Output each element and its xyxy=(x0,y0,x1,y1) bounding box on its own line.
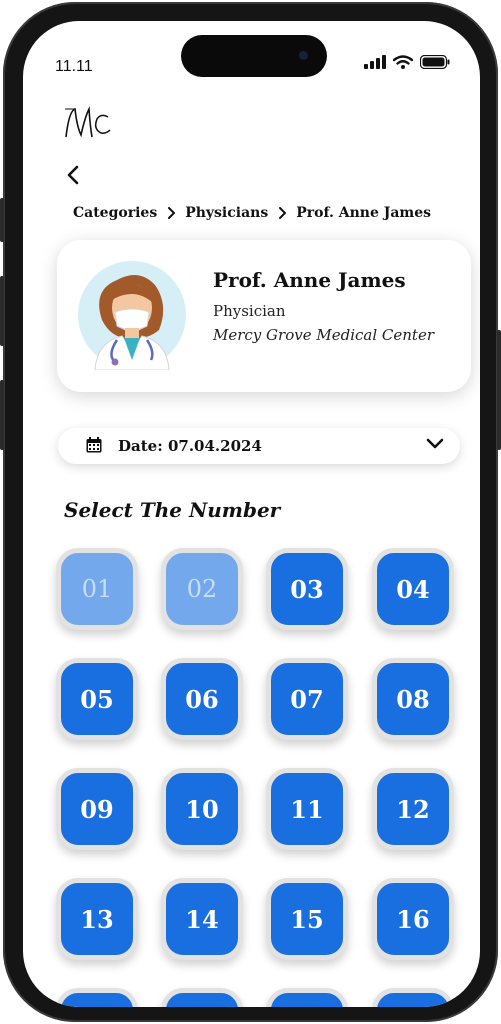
phone-frame: 11.11 Categories Physicians Prof. Anne J… xyxy=(0,2,501,1022)
number-slot[interactable]: 10 xyxy=(161,768,243,850)
number-slot[interactable]: 15 xyxy=(266,878,348,960)
battery-icon xyxy=(420,55,450,69)
volume-up-button xyxy=(0,276,4,346)
number-slot[interactable] xyxy=(161,988,243,1007)
back-arrow-icon[interactable] xyxy=(63,164,85,186)
screen: 11.11 Categories Physicians Prof. Anne J… xyxy=(23,21,480,1007)
number-slot[interactable]: 07 xyxy=(266,658,348,740)
number-slot[interactable]: 08 xyxy=(372,658,454,740)
status-time: 11.11 xyxy=(55,58,93,75)
number-slot[interactable]: 11 xyxy=(266,768,348,850)
number-slot[interactable]: 16 xyxy=(372,878,454,960)
mute-switch xyxy=(0,198,4,242)
doctor-role: Physician xyxy=(213,302,286,320)
logo xyxy=(65,105,111,138)
camera-dot xyxy=(299,51,308,60)
number-slot[interactable]: 04 xyxy=(372,548,454,630)
chevron-right-icon xyxy=(279,207,287,219)
volume-down-button xyxy=(0,380,4,450)
number-slot[interactable] xyxy=(372,988,454,1007)
number-slot[interactable] xyxy=(56,988,138,1007)
number-slot[interactable]: 14 xyxy=(161,878,243,960)
dynamic-island xyxy=(181,35,327,77)
number-slot[interactable]: 06 xyxy=(161,658,243,740)
doctor-center: Mercy Grove Medical Center xyxy=(213,326,434,344)
power-button xyxy=(497,330,501,450)
wifi-icon xyxy=(393,55,413,69)
calendar-icon xyxy=(86,437,102,453)
number-slot[interactable] xyxy=(266,988,348,1007)
section-title: Select The Number xyxy=(64,498,281,522)
number-slot[interactable]: 05 xyxy=(56,658,138,740)
number-slot[interactable]: 13 xyxy=(56,878,138,960)
doctor-avatar xyxy=(78,261,186,370)
doctor-card: Prof. Anne James Physician Mercy Grove M… xyxy=(57,240,471,392)
date-label: Date: 07.04.2024 xyxy=(118,437,262,455)
number-slot[interactable]: 12 xyxy=(372,768,454,850)
breadcrumb-current: Prof. Anne James xyxy=(296,205,432,221)
number-slot[interactable]: 09 xyxy=(56,768,138,850)
number-grid: 01 02 03 04 05 06 07 08 09 10 11 12 13 1… xyxy=(56,548,466,1007)
number-slot[interactable]: 02 xyxy=(161,548,243,630)
number-slot[interactable]: 03 xyxy=(266,548,348,630)
breadcrumb: Categories Physicians Prof. Anne James xyxy=(73,205,431,221)
chevron-right-icon xyxy=(168,207,176,219)
breadcrumb-categories[interactable]: Categories xyxy=(73,205,157,221)
date-selector[interactable]: Date: 07.04.2024 xyxy=(58,428,460,464)
status-icons xyxy=(364,55,450,69)
doctor-name: Prof. Anne James xyxy=(213,268,406,292)
breadcrumb-physicians[interactable]: Physicians xyxy=(185,205,268,221)
chevron-down-icon[interactable] xyxy=(426,438,444,450)
number-slot[interactable]: 01 xyxy=(56,548,138,630)
signal-icon xyxy=(364,55,386,69)
